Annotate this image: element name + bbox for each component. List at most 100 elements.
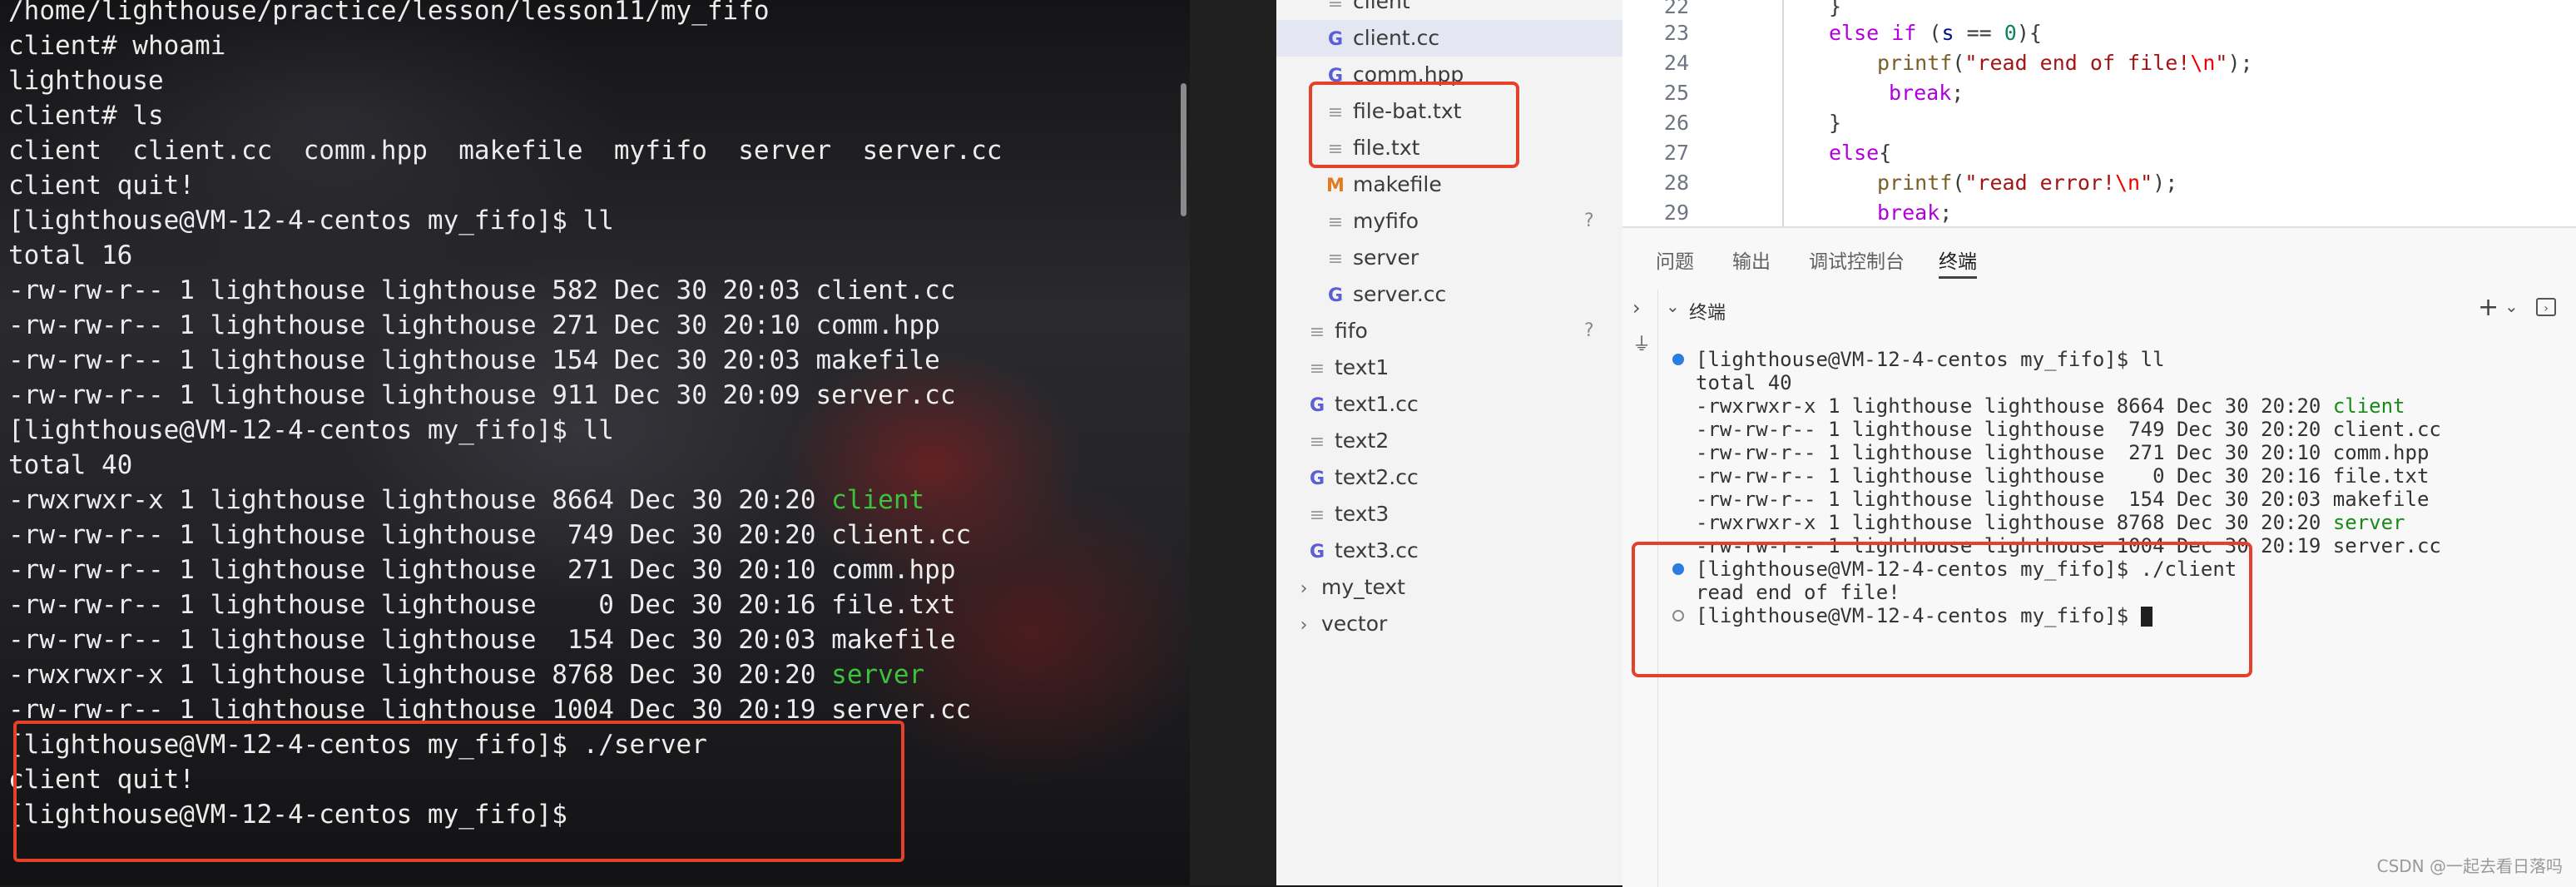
terminal-line-text: -rwxrwxr-x 1 lighthouse lighthouse 8768 … [1696, 511, 2333, 534]
highlight-box [13, 721, 904, 862]
terminal-line: -rw-rw-r-- 1 lighthouse lighthouse 271 D… [1696, 441, 2430, 464]
terminal-line: -rw-rw-r-- 1 lighthouse lighthouse 0 Dec… [8, 590, 956, 620]
explorer-item-client-cc[interactable]: Gclient.cc [1325, 20, 1439, 57]
executable-name: server [2332, 511, 2405, 534]
terminal-line: -rw-rw-r-- 1 lighthouse lighthouse 271 D… [8, 310, 940, 340]
explorer-item-label: text1.cc [1335, 392, 1419, 416]
terminal-line: -rw-rw-r-- 1 lighthouse lighthouse 582 D… [8, 275, 956, 305]
explorer-item-text3-cc[interactable]: Gtext3.cc [1306, 533, 1419, 569]
terminal-line: -rwxrwxr-x 1 lighthouse lighthouse 8664 … [1696, 394, 2405, 418]
explorer-item-text3[interactable]: ≡ text3 [1306, 496, 1389, 533]
executable-name: client [831, 485, 925, 515]
terminal-line: -rw-rw-r-- 1 lighthouse lighthouse 749 D… [1696, 418, 2441, 441]
executable-name: server [831, 660, 925, 690]
terminal-line: total 40 [1696, 371, 1792, 394]
explorer-folder-vector[interactable]: › vector [1293, 606, 1388, 642]
code-token: ; [1951, 81, 1964, 105]
terminal-line: total 16 [8, 240, 133, 270]
code-token: printf [1877, 51, 1953, 75]
line-number: 26 [1663, 111, 1689, 135]
explorer-item-server-cc[interactable]: Gserver.cc [1325, 276, 1446, 313]
terminal-line: client quit! [8, 171, 195, 201]
terminal-line: -rw-rw-r-- 1 lighthouse lighthouse 271 D… [8, 555, 956, 585]
tab-debug-console[interactable]: 调试控制台 [1809, 248, 1905, 276]
line-number: 27 [1663, 141, 1689, 165]
code-token: ( [1916, 21, 1942, 45]
code-token: 0 [2004, 21, 2017, 45]
add-terminal-icon[interactable]: + [2478, 293, 2499, 322]
explorer-item-label: my_text [1321, 575, 1405, 599]
terminal-line: -rw-rw-r-- 1 lighthouse lighthouse 749 D… [8, 520, 972, 550]
untracked-badge: ? [1584, 211, 1594, 231]
code-editor[interactable]: 22 23 24 25 26 27 28 29 } else if (s == … [1622, 0, 2576, 226]
explorer-item-label: text3.cc [1335, 538, 1419, 562]
line-number: 24 [1663, 51, 1689, 75]
explorer-item-label: myfifo [1353, 209, 1419, 233]
explorer-folder-my-text[interactable]: › my_text [1293, 569, 1405, 606]
code-line: else if (s == 0){ [1829, 18, 2042, 48]
explorer-item-myfifo[interactable]: ≡ myfifo [1325, 203, 1419, 240]
cpp-icon: G [1309, 395, 1325, 416]
code-token: break [1877, 201, 1940, 225]
watermark: CSDN @一起去看日落吗 [2376, 856, 2563, 876]
terminal-line: client# ls [8, 101, 164, 131]
line-number: 23 [1663, 21, 1689, 45]
explorer-item-text1-cc[interactable]: Gtext1.cc [1306, 386, 1419, 423]
chevron-down-icon[interactable]: ⌄ [2504, 296, 2519, 316]
line-number: 28 [1663, 171, 1689, 195]
chevron-down-icon[interactable]: ⌄ [1666, 296, 1680, 316]
terminal-line: -rwxrwxr-x 1 lighthouse lighthouse 8768 … [8, 657, 924, 692]
terminal-line: -rwxrwxr-x 1 lighthouse lighthouse 8664 … [8, 483, 924, 518]
terminal-line: lighthouse [8, 66, 164, 96]
code-token: "read error! [1964, 171, 2115, 195]
explorer-item-makefile[interactable]: Mmakefile [1325, 166, 1442, 203]
code-token: s [1941, 21, 1954, 45]
explorer-item-client[interactable]: ≡ client [1325, 0, 1410, 20]
explorer-item-fifo[interactable]: ≡ fifo [1306, 313, 1368, 349]
tab-problems[interactable]: 问题 [1656, 248, 1694, 276]
terminal-line: -rw-rw-r-- 1 lighthouse lighthouse 911 D… [8, 380, 956, 410]
cpp-icon: G [1327, 29, 1344, 50]
plug-icon[interactable]: ⏚ [1632, 330, 1651, 356]
code-token: \n [2115, 171, 2141, 195]
terminal-line: client# whoami [8, 31, 226, 61]
terminal-profile-icon[interactable]: › [2536, 298, 2556, 316]
cpp-icon: G [1327, 285, 1344, 306]
explorer-item-text2-cc[interactable]: Gtext2.cc [1306, 459, 1419, 496]
tab-output[interactable]: 输出 [1732, 248, 1771, 276]
file-icon: ≡ [1327, 0, 1344, 13]
code-token: \n [2190, 51, 2216, 75]
code-line: printf("read error!\n"); [1877, 168, 2177, 198]
explorer-item-text1[interactable]: ≡ text1 [1306, 349, 1389, 386]
explorer-item-text2[interactable]: ≡ text2 [1306, 423, 1389, 459]
explorer-item-label: text2.cc [1335, 465, 1419, 489]
code-token: " [2215, 51, 2228, 75]
text-file-icon: ≡ [1309, 505, 1325, 526]
code-token: else if [1829, 21, 1917, 45]
code-token: == [1954, 21, 2004, 45]
explorer-item-label: client.cc [1353, 26, 1440, 50]
code-token: ( [1952, 51, 1965, 75]
explorer-item-label: server.cc [1353, 282, 1447, 306]
code-token: "read end of file! [1964, 51, 2191, 75]
code-token: ){ [2016, 21, 2042, 45]
command-success-dot[interactable] [1672, 354, 1684, 365]
chevron-right-icon: › [1300, 578, 1308, 599]
terminal-line: [lighthouse@VM-12-4-centos my_fifo]$ ll [1696, 348, 2165, 371]
explorer-item-label: server [1353, 245, 1419, 270]
code-token: { [1879, 141, 1892, 165]
tab-terminal[interactable]: 终端 [1939, 248, 1977, 279]
terminal-line: -rw-rw-r-- 1 lighthouse lighthouse 154 D… [1696, 488, 2430, 511]
terminal-line-text: -rwxrwxr-x 1 lighthouse lighthouse 8768 … [8, 660, 832, 690]
terminal-line: client client.cc comm.hpp makefile myfif… [8, 136, 1003, 166]
window-divider [1190, 0, 1276, 885]
left-terminal[interactable]: /home/lighthouse/practice/lesson/lesson1… [0, 0, 1190, 885]
terminal-line: -rw-rw-r-- 1 lighthouse lighthouse 154 D… [8, 345, 940, 375]
explorer-item-label: text2 [1335, 429, 1390, 453]
cpp-icon: G [1309, 468, 1325, 489]
terminal-line: -rwxrwxr-x 1 lighthouse lighthouse 8768 … [1696, 511, 2405, 534]
explorer-item-server[interactable]: ≡ server [1325, 240, 1419, 276]
scrollbar-thumb[interactable] [1181, 83, 1186, 216]
code-token: ); [2227, 51, 2253, 75]
terminal-header: ⌄ 终端 + ⌄ › [1622, 290, 2576, 326]
